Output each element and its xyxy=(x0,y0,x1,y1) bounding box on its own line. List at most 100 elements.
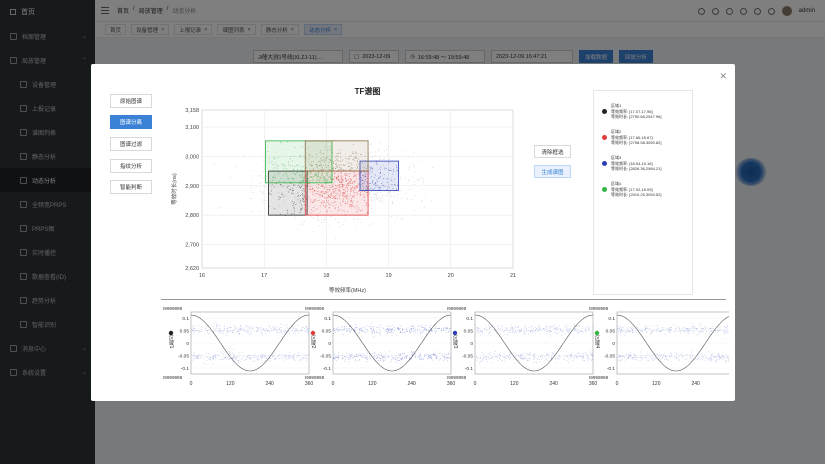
phase-point xyxy=(353,356,355,358)
phase-point xyxy=(403,332,405,334)
phase-point xyxy=(348,361,350,363)
phase-point xyxy=(494,351,496,352)
y-bottom-label: I9999998 xyxy=(305,375,325,380)
mode-button-2[interactable]: 图谱过滤 xyxy=(110,137,152,151)
phase-point xyxy=(726,360,727,362)
phase-point xyxy=(724,327,726,328)
close-icon[interactable]: ✕ xyxy=(719,71,727,82)
phase-point xyxy=(335,329,337,331)
phase-point xyxy=(699,324,701,326)
mode-button-4[interactable]: 智能判断 xyxy=(110,180,152,194)
phase-point xyxy=(534,353,536,355)
phase-point xyxy=(233,354,235,356)
phase-point xyxy=(699,332,701,333)
phase-point xyxy=(335,328,337,329)
phase-point xyxy=(212,326,214,327)
phase-point xyxy=(633,331,634,333)
phase-point xyxy=(645,328,647,329)
scatter-point xyxy=(370,207,372,209)
y-tick-label: 2,700 xyxy=(185,243,199,249)
phase-point xyxy=(622,358,623,359)
phase-point xyxy=(718,356,719,358)
phase-point xyxy=(335,360,337,362)
phase-point xyxy=(279,332,281,333)
phase-point xyxy=(239,356,240,357)
phase-point xyxy=(685,329,686,331)
phase-point xyxy=(335,331,337,333)
scatter-point xyxy=(399,172,401,173)
phase-point xyxy=(293,328,295,330)
phase-point xyxy=(550,357,552,358)
phase-point xyxy=(696,358,698,360)
phase-point xyxy=(296,324,298,326)
scatter-point xyxy=(385,195,387,197)
phase-point xyxy=(255,360,257,362)
phase-point xyxy=(555,327,557,328)
phase-point xyxy=(524,331,526,332)
phase-point xyxy=(570,353,572,355)
phase-point xyxy=(359,332,361,334)
phase-point xyxy=(659,357,661,359)
phase-point xyxy=(646,328,648,329)
phase-point xyxy=(379,324,381,326)
phase-point xyxy=(203,357,205,359)
clear-selection-label: 清除框选 xyxy=(541,149,564,156)
phase-point xyxy=(388,356,390,357)
phase-point xyxy=(345,356,347,357)
phase-point xyxy=(548,357,549,359)
phase-point xyxy=(280,357,281,359)
phase-point xyxy=(521,358,523,359)
phase-point xyxy=(574,355,575,356)
phase-point xyxy=(529,354,531,356)
phase-point xyxy=(621,328,622,330)
scatter-point xyxy=(401,217,403,219)
phase-point xyxy=(704,354,705,356)
mode-button-0[interactable]: 原始图谱 xyxy=(110,94,152,108)
phase-point xyxy=(395,334,397,336)
phase-point xyxy=(378,328,380,330)
phase-point xyxy=(646,325,648,327)
phase-point xyxy=(342,358,344,360)
phase-point xyxy=(565,356,567,357)
phase-point xyxy=(263,329,264,330)
clear-selection-button[interactable]: 清除框选 xyxy=(534,145,571,158)
phase-point xyxy=(304,331,306,332)
phase-point xyxy=(647,360,649,362)
phase-point xyxy=(344,329,346,330)
phase-point xyxy=(722,338,724,340)
phase-point xyxy=(401,358,403,360)
phase-point xyxy=(265,354,266,356)
scatter-point xyxy=(409,189,411,190)
phase-point xyxy=(208,333,210,335)
phase-point xyxy=(363,353,364,355)
scatter-point xyxy=(317,216,318,218)
phase-point xyxy=(647,331,648,333)
mode-button-3[interactable]: 指纹分析 xyxy=(110,159,152,173)
x-tick-label: 21 xyxy=(510,273,516,279)
phase-point xyxy=(706,357,707,358)
selection-region-5[interactable] xyxy=(304,140,369,172)
phase-point xyxy=(683,354,685,356)
phase-point xyxy=(374,355,376,356)
phase-point xyxy=(292,357,293,359)
scatter-point xyxy=(324,216,326,218)
scatter-point xyxy=(319,225,321,227)
mode-button-1[interactable]: 图谱分离 xyxy=(110,115,152,129)
phase-point xyxy=(335,357,337,359)
phase-point xyxy=(695,326,696,328)
phase-point xyxy=(206,360,208,362)
generate-spectrum-button[interactable]: 生成谱图 xyxy=(534,165,571,178)
phase-point xyxy=(435,354,437,355)
phase-point xyxy=(646,354,648,356)
phase-point xyxy=(201,328,203,330)
phase-point xyxy=(293,356,295,357)
phase-point xyxy=(261,329,263,330)
phase-point xyxy=(349,354,351,355)
phase-point xyxy=(693,328,695,330)
phase-point xyxy=(708,357,710,359)
phase-point xyxy=(227,331,229,333)
phase-point xyxy=(197,330,199,332)
phase-point xyxy=(251,328,253,329)
phase-point xyxy=(499,354,500,356)
phase-point xyxy=(258,328,260,330)
